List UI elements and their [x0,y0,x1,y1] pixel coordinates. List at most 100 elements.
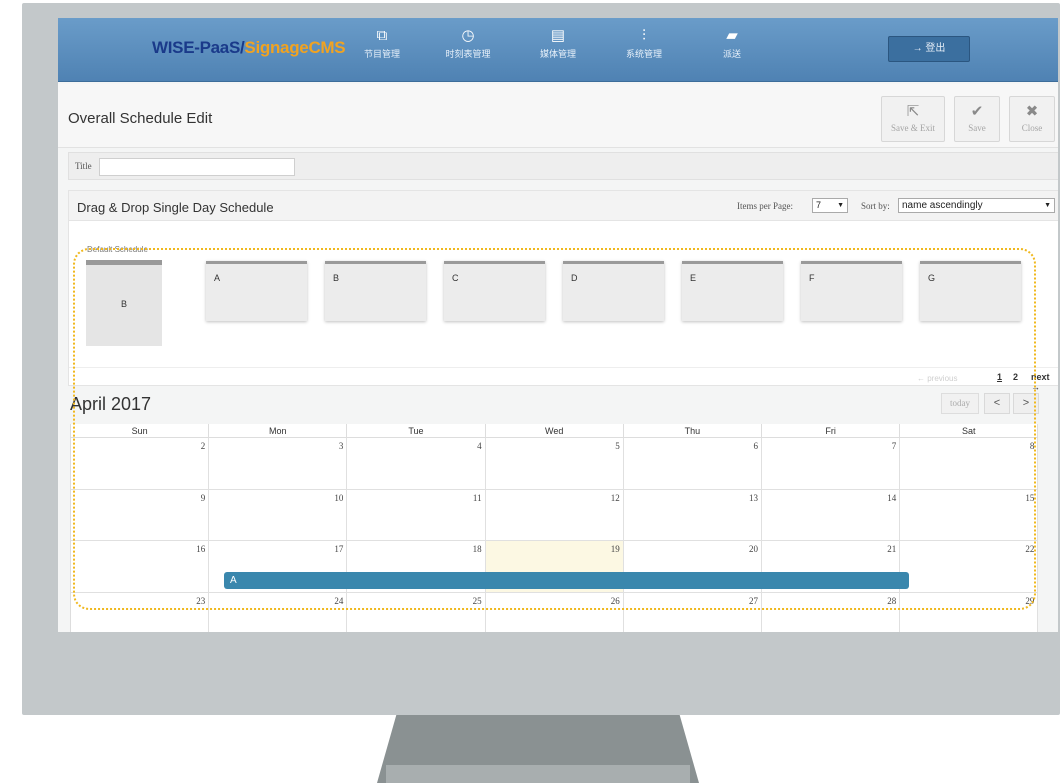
nav-label: 媒体管理 [539,49,576,59]
pagination-next[interactable]: next → [1031,372,1058,392]
calendar-day-number: 29 [1025,595,1035,606]
nav-dispatch[interactable]: ▰ 派送 [702,24,762,60]
calendar-day-number: 9 [200,492,206,503]
pagination-page-2[interactable]: 2 [1013,372,1018,382]
calendar-day-cell[interactable]: 26 [486,592,624,632]
save-exit-button[interactable]: ⇱ Save & Exit [881,96,945,142]
title-row: Title [68,152,1058,180]
pagination-previous[interactable]: ← previous [917,374,957,383]
brand-signagecms: SignageCMS [244,38,346,57]
calendar-dow-header: Thu [623,424,762,438]
calendar-day-number: 15 [1025,492,1035,503]
calendar-day-number: 7 [891,441,897,451]
nav-media-management[interactable]: ▤ 媒体管理 [528,24,588,60]
calendar-day-number: 18 [472,544,482,554]
calendar-day-cell[interactable]: 15 [900,489,1039,541]
save-exit-label: Save & Exit [891,123,935,133]
nav-system-management[interactable]: ⫶ 系统管理 [614,24,674,60]
calendar-day-cell[interactable]: 13 [623,489,762,541]
schedule-card[interactable]: G [920,261,1021,321]
calendar-day-number: 2 [200,441,206,451]
nav-label: 节目管理 [363,49,400,59]
calendar-day-number: 10 [334,492,344,503]
schedule-card[interactable]: B [325,261,426,321]
calendar-day-cell[interactable]: 23 [71,592,210,632]
calendar-day-number: 3 [338,441,344,451]
calendar-today-button[interactable]: today [941,393,979,414]
calendar-day-number: 23 [196,595,206,606]
calendar-day-number: 13 [748,492,758,503]
default-schedule-label: Default Schedule [87,245,148,254]
calendar-dow-header: Tue [347,424,486,438]
nav-label: 系统管理 [625,49,662,59]
calendar-day-cell[interactable]: 7 [762,438,901,490]
drag-drop-header: Drag & Drop Single Day Schedule Items pe… [69,191,1058,221]
calendar-day-cell[interactable]: 27 [624,592,762,632]
calendar-day-cell[interactable]: 9 [71,489,210,541]
calendar-next-button[interactable]: > [1013,393,1039,414]
save-button[interactable]: ✔ Save [954,96,1000,142]
calendar-day-cell[interactable]: 11 [347,489,486,541]
dropdown-caret-icon: ▼ [837,202,844,209]
monitor-frame: WISE-PaaS/SignageCMS ⧉ 节目管理 ◷ 时刻表管理 ▤ 媒体… [22,3,1060,715]
title-label: Title [75,161,92,171]
calendar-day-number: 21 [887,544,897,554]
calendar-grid: 29 28 27 26 25 24 23 22 21 20 19 18 17 16 15 14 13 12 11 10… [70,424,1039,632]
schedule-card[interactable]: C [444,261,545,321]
schedule-card[interactable]: F [801,261,902,321]
calendar-day-cell[interactable]: 2 [71,438,210,490]
calendar-day-cell[interactable]: 5 [485,438,624,490]
calendar-event[interactable]: A [224,572,909,589]
brand-wise-paas: WISE-PaaS/ [152,38,245,57]
calendar-dow-header: Mon [209,424,348,438]
calendar-dow-header: Sat [900,424,1039,438]
default-schedule-name: B [120,299,127,309]
pagination-page-1[interactable]: 1 [997,372,1002,382]
items-per-page-select[interactable]: 7 ▼ [812,198,848,213]
calendar-day-cell[interactable]: 4 [347,438,486,490]
schedule-card-label: A [214,273,221,283]
calendar-prev-button[interactable]: < [984,393,1010,414]
calendar-day-number: 5 [615,441,620,451]
calendar-day-cell[interactable]: 16 [71,541,210,593]
calendar-day-cell[interactable]: 22 [900,541,1039,593]
calendar-day-cell[interactable]: 12 [485,489,624,541]
items-per-page-label: Items per Page: [737,201,793,211]
brand-logo[interactable]: WISE-PaaS/SignageCMS [152,38,346,58]
app-screen: WISE-PaaS/SignageCMS ⧉ 节目管理 ◷ 时刻表管理 ▤ 媒体… [58,18,1058,632]
sort-by-value: name ascendingly [902,200,983,211]
logout-button[interactable]: → 登出 [888,36,970,62]
schedule-card[interactable]: E [682,261,783,321]
page-title: Overall Schedule Edit [68,110,213,127]
close-label: Close [1021,123,1043,133]
dropdown-caret-icon: ▼ [1044,202,1051,209]
nav-label: 派送 [722,49,741,59]
calendar-day-cell[interactable]: 10 [209,489,348,541]
calendar-day-number: 11 [472,492,482,503]
calendar-day-number: 6 [753,441,758,451]
default-schedule-slot[interactable]: B [86,260,162,346]
title-input[interactable] [99,158,295,176]
calendar-day-cell[interactable]: 25 [347,592,486,632]
calendar-day-cell[interactable]: 24 [209,592,348,632]
calendar-day-number: 20 [748,544,758,554]
calendar-day-cell[interactable]: 8 [900,438,1039,490]
calendar-day-cell[interactable]: 28 [762,592,901,632]
calendar-day-cell[interactable]: 14 [762,489,901,541]
nav-program-management[interactable]: ⧉ 节目管理 [352,24,412,60]
sort-by-select[interactable]: name ascendingly ▼ [898,198,1055,213]
media-icon: ▤ [550,27,566,44]
calendar-day-cell[interactable]: 29 [900,592,1039,632]
nav-timetable-management[interactable]: ◷ 时刻表管理 [438,24,498,60]
check-icon: ✔ [970,103,984,120]
calendar-day-number: 25 [472,595,482,606]
schedule-card[interactable]: A [206,261,307,321]
save-exit-icon: ⇱ [906,103,920,120]
schedule-card-label: G [928,273,936,283]
clock-icon: ◷ [461,27,475,44]
schedule-card[interactable]: D [563,261,664,321]
calendar-day-cell[interactable]: 3 [209,438,348,490]
calendar-day-cell[interactable]: 6 [623,438,762,490]
drag-drop-title: Drag & Drop Single Day Schedule [77,200,274,215]
close-button[interactable]: ✖ Close [1009,96,1055,142]
